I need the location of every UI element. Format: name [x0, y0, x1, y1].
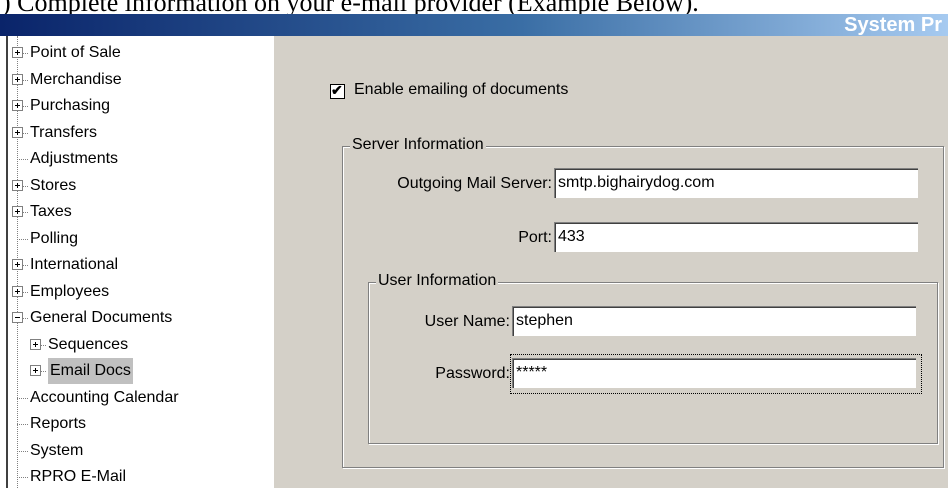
user-information-legend: User Information — [376, 272, 499, 290]
tree-item-label: Taxes — [30, 203, 72, 220]
tree-connector — [17, 159, 28, 161]
expand-icon[interactable] — [12, 206, 23, 217]
user-name-label: User Name: — [424, 313, 510, 330]
expand-icon[interactable] — [30, 338, 41, 350]
expand-icon[interactable] — [12, 73, 23, 85]
expand-icon[interactable] — [30, 365, 41, 376]
tree-connector — [23, 291, 28, 294]
enable-emailing-checkbox[interactable]: ✔ — [330, 82, 345, 99]
tree-connector — [17, 424, 28, 426]
tree-item-label: Transfers — [30, 123, 97, 141]
outgoing-mail-server-input[interactable] — [554, 168, 918, 198]
email-settings-pane: ✔ Enable emailing of documents Server In… — [274, 36, 948, 488]
tree-connector — [41, 344, 46, 347]
tree-item-label: Merchandise — [30, 70, 122, 88]
expand-icon[interactable] — [12, 126, 23, 138]
navigation-tree[interactable]: Point of Sale Merchandise Purchasing Transf… — [6, 36, 275, 488]
tree-item-label: Point of Sale — [30, 44, 121, 61]
tree-connector — [17, 238, 28, 241]
expand-icon[interactable] — [12, 179, 23, 191]
tree-connector — [23, 212, 28, 214]
expand-icon[interactable] — [12, 259, 23, 270]
tree-connector — [17, 450, 28, 453]
password-label: Password: — [435, 365, 510, 382]
expand-icon[interactable] — [12, 100, 23, 111]
expand-icon[interactable] — [12, 285, 23, 297]
tree-connector — [17, 477, 28, 479]
tree-item-label: Reports — [30, 415, 87, 432]
port-input[interactable] — [554, 222, 918, 252]
tree-item-label: Sequences — [48, 335, 129, 353]
password-input[interactable] — [512, 358, 916, 388]
collapse-icon[interactable] — [12, 312, 23, 323]
tree-item-label: Stores — [30, 176, 77, 194]
tree-item-label: System — [30, 441, 84, 459]
tree-item-label: Employees — [30, 282, 110, 300]
tree-item-label: Email Docs — [48, 358, 133, 384]
tree-connector — [23, 265, 28, 267]
tree-item-label: International — [30, 256, 119, 273]
tree-connector — [41, 371, 46, 373]
tree-item-label: Adjustments — [30, 150, 119, 167]
checkmark-icon: ✔ — [331, 82, 343, 98]
tree-item-label: Polling — [30, 229, 79, 247]
tree-item-label: RPRO E-Mail — [30, 468, 127, 485]
tree-connector — [23, 79, 28, 82]
tree-connector — [23, 106, 28, 108]
tree-item-label: Purchasing — [30, 97, 111, 114]
enable-emailing-label[interactable]: Enable emailing of documents — [354, 78, 568, 102]
window-title: System Pr — [844, 14, 942, 36]
tree-item-label: General Documents — [30, 309, 173, 326]
tree-connector — [23, 132, 28, 135]
tree-connector — [23, 318, 28, 320]
outgoing-mail-server-label: Outgoing Mail Server: — [397, 175, 552, 192]
expand-icon[interactable] — [12, 47, 23, 58]
server-information-legend: Server Information — [350, 136, 486, 154]
tree-connector — [17, 397, 28, 400]
window-titlebar: System Pr — [0, 14, 948, 36]
tree-connector — [23, 185, 28, 188]
tree-connector — [23, 53, 28, 55]
port-label: Port: — [518, 229, 552, 246]
tree-item-label: Accounting Calendar — [30, 388, 179, 406]
user-name-input[interactable] — [512, 306, 916, 336]
